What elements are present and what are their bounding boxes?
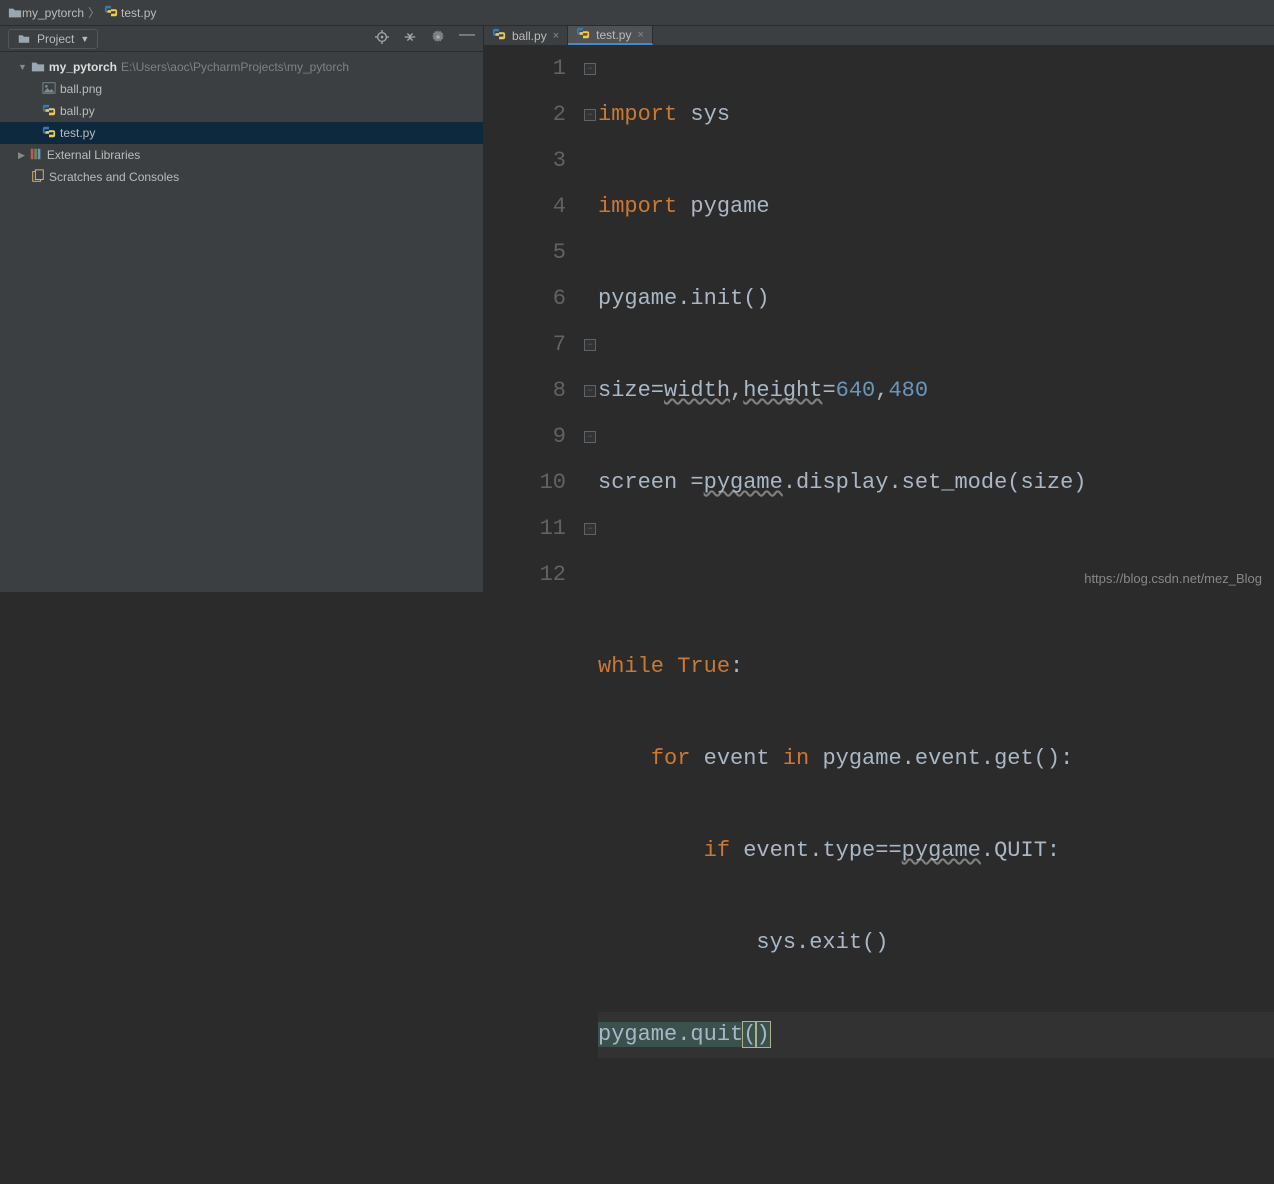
collapse-all-icon[interactable] xyxy=(403,30,417,47)
gear-icon[interactable] xyxy=(431,30,445,47)
hide-icon[interactable]: — xyxy=(459,30,475,47)
tree-file[interactable]: ball.png xyxy=(0,78,483,100)
fold-toggle[interactable]: − xyxy=(584,63,596,75)
close-icon[interactable]: × xyxy=(637,29,643,41)
tree-root-name: my_pytorch xyxy=(49,60,117,74)
chevron-down-icon: ▼ xyxy=(18,62,27,72)
project-tree[interactable]: ▼ my_pytorch E:\Users\aoc\PycharmProject… xyxy=(0,52,483,192)
line-gutter: 123456 789101112 xyxy=(484,46,584,1184)
tree-external-label: External Libraries xyxy=(47,148,140,162)
python-file-icon xyxy=(42,103,56,120)
breadcrumb-root[interactable]: my_pytorch xyxy=(22,6,84,20)
image-file-icon xyxy=(42,81,56,98)
tree-scratches[interactable]: Scratches and Consoles xyxy=(0,166,483,188)
fold-column: − − − − − − xyxy=(584,46,598,1184)
tree-root[interactable]: ▼ my_pytorch E:\Users\aoc\PycharmProject… xyxy=(0,56,483,78)
scratches-icon xyxy=(31,169,45,186)
tree-file[interactable]: ball.py xyxy=(0,100,483,122)
chevron-right-icon: 〉 xyxy=(88,4,100,21)
fold-toggle[interactable]: − xyxy=(584,431,596,443)
breadcrumb-file[interactable]: test.py xyxy=(121,6,156,20)
tree-file-label: test.py xyxy=(60,126,95,140)
tree-root-path: E:\Users\aoc\PycharmProjects\my_pytorch xyxy=(121,60,349,74)
fold-toggle[interactable]: − xyxy=(584,385,596,397)
main-split: Project ▼ — ▼ xyxy=(0,26,1274,592)
fold-toggle[interactable]: − xyxy=(584,523,596,535)
breadcrumb: my_pytorch 〉 test.py xyxy=(0,0,1274,26)
tree-external[interactable]: ▶ External Libraries xyxy=(0,144,483,166)
fold-toggle[interactable]: − xyxy=(584,109,596,121)
chevron-right-icon: ▶ xyxy=(18,150,25,161)
code-content[interactable]: import sys import pygame pygame.init() s… xyxy=(598,46,1274,1184)
locate-icon[interactable] xyxy=(375,30,389,47)
project-view-label: Project xyxy=(37,32,74,46)
library-icon xyxy=(29,147,43,164)
tree-file-label: ball.py xyxy=(60,104,95,118)
sidebar-actions: — xyxy=(375,30,475,47)
tree-scratches-label: Scratches and Consoles xyxy=(49,170,179,184)
project-view-combo[interactable]: Project ▼ xyxy=(8,29,98,49)
project-tool-header: Project ▼ — xyxy=(0,26,483,52)
close-icon[interactable]: × xyxy=(553,30,559,42)
editor-tab-active[interactable]: test.py × xyxy=(568,26,653,45)
tab-label: ball.py xyxy=(512,29,547,43)
editor-tab[interactable]: ball.py × xyxy=(484,26,568,45)
editor-tabs: ball.py × test.py × xyxy=(484,26,1274,46)
code-editor[interactable]: 123456 789101112 − − − − − − import sys … xyxy=(484,46,1274,1184)
python-file-icon xyxy=(492,27,506,44)
python-file-icon xyxy=(576,26,590,43)
python-file-icon xyxy=(42,125,56,142)
tree-file-selected[interactable]: test.py xyxy=(0,122,483,144)
editor-area: ball.py × test.py × 123456 789101112 − −… xyxy=(484,26,1274,592)
folder-icon xyxy=(17,32,31,46)
python-file-icon xyxy=(104,4,118,21)
tab-label: test.py xyxy=(596,28,631,42)
folder-icon xyxy=(8,6,22,20)
tree-file-label: ball.png xyxy=(60,82,102,96)
watermark: https://blog.csdn.net/mez_Blog xyxy=(1084,571,1262,586)
project-sidebar: Project ▼ — ▼ xyxy=(0,26,484,592)
chevron-down-icon: ▼ xyxy=(80,34,89,44)
folder-icon xyxy=(31,60,45,74)
fold-toggle[interactable]: − xyxy=(584,339,596,351)
